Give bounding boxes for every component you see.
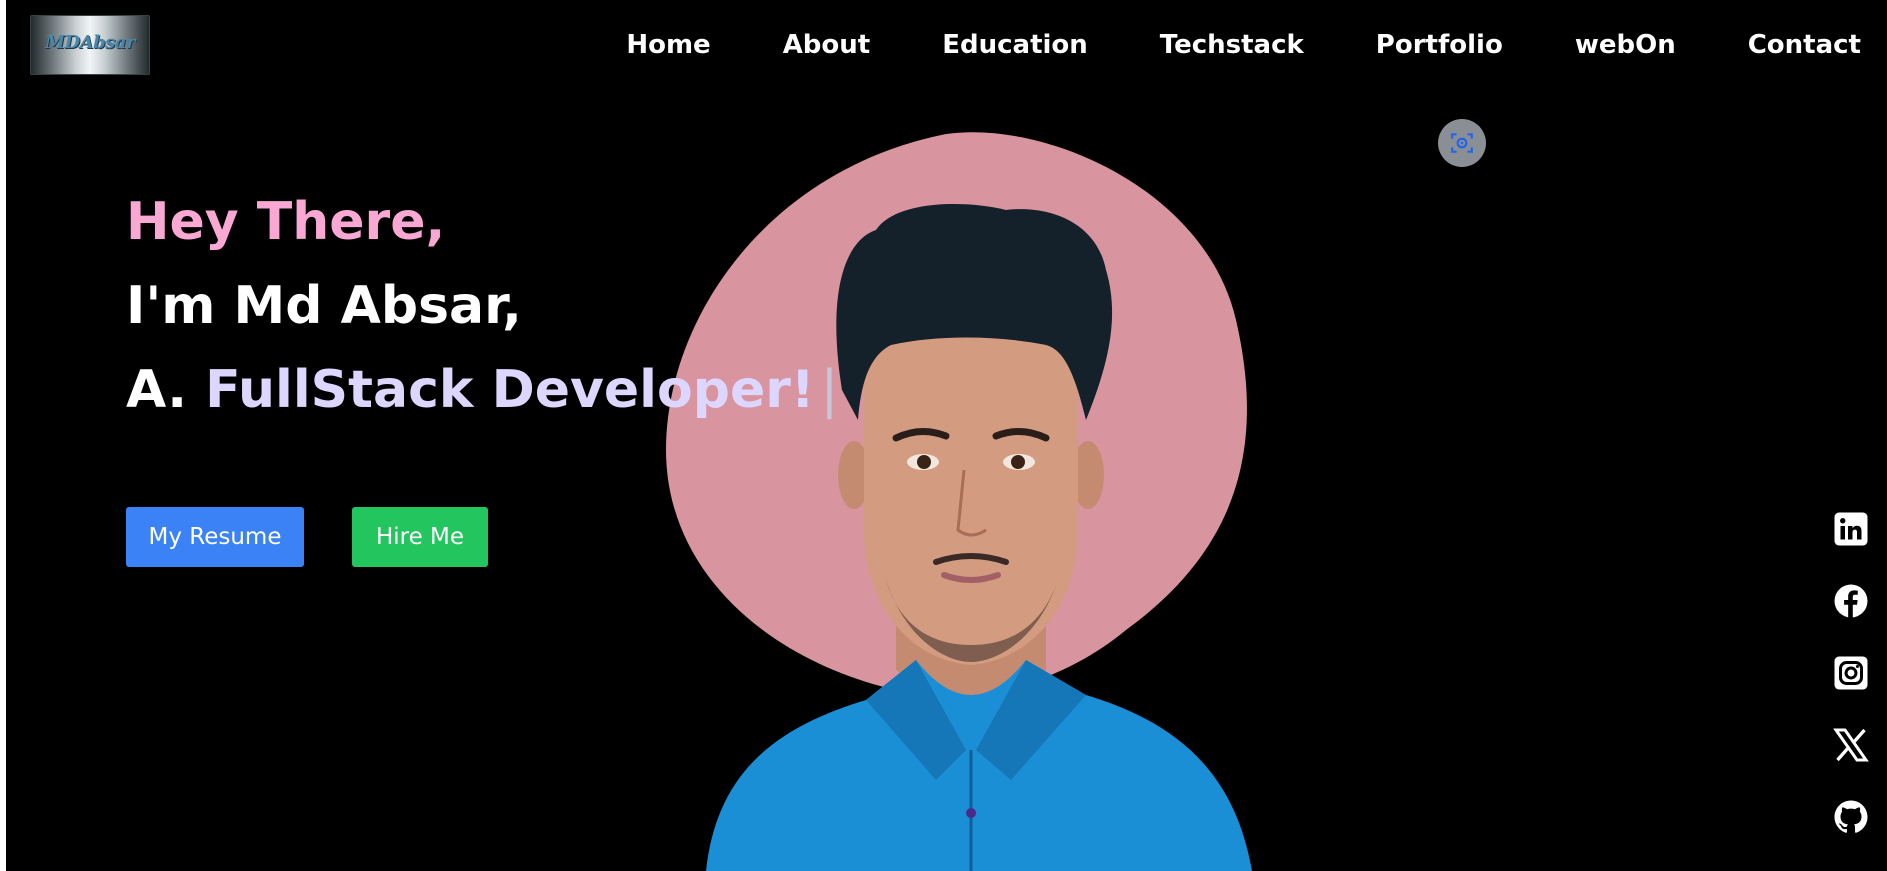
instagram-icon[interactable] — [1832, 654, 1870, 692]
typing-cursor: | — [820, 360, 839, 420]
hire-me-button[interactable]: Hire Me — [352, 507, 488, 567]
my-resume-button[interactable]: My Resume — [126, 507, 304, 567]
screen-capture-icon — [1451, 133, 1473, 153]
portfolio-page: MDAbsar Home About Education Techstack P… — [6, 0, 1887, 871]
hero-intro: I'm Md Absar, — [126, 276, 522, 336]
hero-greeting: Hey There, — [126, 192, 446, 252]
nav-techstack[interactable]: Techstack — [1160, 26, 1304, 64]
hero-role-prefix: A. — [126, 360, 187, 420]
portrait-face — [864, 327, 1078, 665]
portrait-pupil-left — [917, 455, 931, 469]
hero-section: Hey There, I'm Md Absar, A. FullStack De… — [126, 180, 838, 432]
linkedin-icon[interactable] — [1832, 510, 1870, 548]
portrait-pupil-right — [1011, 455, 1025, 469]
x-twitter-icon[interactable] — [1832, 726, 1870, 764]
nav-education[interactable]: Education — [942, 26, 1088, 64]
nav-contact[interactable]: Contact — [1748, 26, 1861, 64]
logo-text: MDAbsar — [45, 32, 135, 53]
social-links — [1832, 510, 1870, 870]
screen-capture-button[interactable] — [1438, 119, 1486, 167]
github-icon[interactable] — [1832, 798, 1870, 836]
portrait-button — [966, 808, 976, 818]
facebook-icon[interactable] — [1832, 582, 1870, 620]
nav-portfolio[interactable]: Portfolio — [1376, 26, 1503, 64]
nav-about[interactable]: About — [783, 26, 871, 64]
hero-role: FullStack Developer! — [205, 360, 815, 420]
main-nav: Home About Education Techstack Portfolio… — [626, 26, 1861, 64]
site-logo[interactable]: MDAbsar — [30, 15, 150, 75]
nav-webon[interactable]: webOn — [1575, 26, 1676, 64]
hero-role-line: A. FullStack Developer! | — [126, 348, 838, 432]
nav-home[interactable]: Home — [626, 26, 710, 64]
